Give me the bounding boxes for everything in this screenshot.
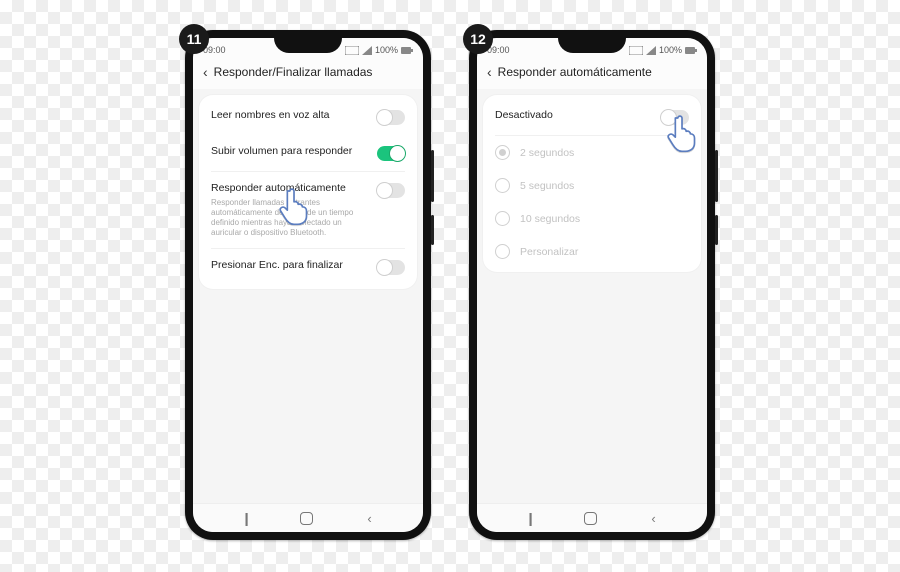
phone-frame: 09:00 100% ‹ <box>185 30 431 540</box>
side-button <box>431 215 434 245</box>
page-title: Responder/Finalizar llamadas <box>214 65 373 79</box>
phone-notch <box>558 38 626 53</box>
volte-icon <box>629 46 643 55</box>
nav-home[interactable] <box>300 512 313 525</box>
signal-icon <box>646 46 656 55</box>
volte-icon <box>345 46 359 55</box>
radio-option[interactable]: 10 segundos <box>483 202 701 235</box>
row-auto-answer[interactable]: Responder automáticamente Responder llam… <box>199 172 417 248</box>
settings-content: Leer nombres en voz alta Subir volumen p… <box>193 89 423 503</box>
nav-recent[interactable]: | | | <box>528 510 529 526</box>
row-read-names[interactable]: Leer nombres en voz alta <box>199 99 417 135</box>
nav-back[interactable]: ‹ <box>651 511 655 526</box>
radio-label: 5 segundos <box>520 180 574 192</box>
back-button[interactable]: ‹ <box>487 65 492 79</box>
status-battery: 100% <box>375 45 398 55</box>
row-master-toggle[interactable]: Desactivado <box>483 99 701 135</box>
phone-notch <box>274 38 342 53</box>
radio-option[interactable]: 2 segundos <box>483 136 701 169</box>
side-button <box>715 215 718 245</box>
radio-option[interactable]: Personalizar <box>483 235 701 268</box>
page-header: ‹ Responder automáticamente <box>477 59 707 89</box>
toggle-volume-up[interactable] <box>377 146 405 161</box>
nav-recent[interactable]: | | | <box>244 510 245 526</box>
settings-card: Desactivado 2 segundos <box>483 95 701 272</box>
row-label: Desactivado <box>495 109 553 123</box>
nav-bar: | | | ‹ <box>193 503 423 532</box>
radio-option[interactable]: 5 segundos <box>483 169 701 202</box>
phone-frame: 09:00 100% ‹ <box>469 30 715 540</box>
step-badge: 11 <box>179 24 209 54</box>
row-label: Presionar Enc. para finalizar <box>211 259 343 273</box>
row-sublabel: Responder llamadas entrantes automáticam… <box>211 198 361 238</box>
nav-back[interactable]: ‹ <box>367 511 371 526</box>
row-power-end[interactable]: Presionar Enc. para finalizar <box>199 249 417 285</box>
page-title: Responder automáticamente <box>498 65 652 79</box>
nav-bar: | | | ‹ <box>477 503 707 532</box>
status-battery: 100% <box>659 45 682 55</box>
toggle-auto-answer[interactable] <box>377 183 405 198</box>
settings-content: Desactivado 2 segundos <box>477 89 707 503</box>
battery-icon <box>401 46 413 55</box>
row-label: Leer nombres en voz alta <box>211 109 329 123</box>
side-button <box>715 150 718 202</box>
side-button <box>431 150 434 202</box>
toggle-power-end[interactable] <box>377 260 405 275</box>
toggle-read-names[interactable] <box>377 110 405 125</box>
page-header: ‹ Responder/Finalizar llamadas <box>193 59 423 89</box>
row-volume-up[interactable]: Subir volumen para responder <box>199 135 417 171</box>
radio-button[interactable] <box>495 211 510 226</box>
radio-label: 2 segundos <box>520 147 574 159</box>
battery-icon <box>685 46 697 55</box>
step-badge: 12 <box>463 24 493 54</box>
radio-button[interactable] <box>495 145 510 160</box>
row-label: Responder automáticamente <box>211 182 361 196</box>
radio-label: Personalizar <box>520 246 578 258</box>
row-label: Subir volumen para responder <box>211 145 352 159</box>
toggle-master[interactable] <box>661 110 689 125</box>
back-button[interactable]: ‹ <box>203 65 208 79</box>
radio-button[interactable] <box>495 244 510 259</box>
nav-home[interactable] <box>584 512 597 525</box>
settings-card: Leer nombres en voz alta Subir volumen p… <box>199 95 417 289</box>
radio-label: 10 segundos <box>520 213 580 225</box>
radio-button[interactable] <box>495 178 510 193</box>
signal-icon <box>362 46 372 55</box>
